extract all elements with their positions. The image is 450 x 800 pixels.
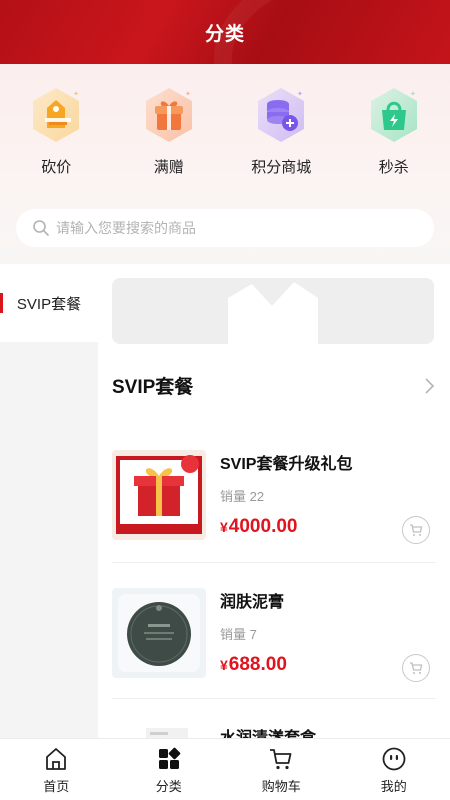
page-title: 分类 xyxy=(204,23,245,45)
banner-image-placeholder[interactable] xyxy=(112,278,434,344)
product-card[interactable]: 水润清漾套盒 xyxy=(112,720,436,738)
add-to-cart-button[interactable] xyxy=(402,516,430,544)
product-name: SVIP套餐升级礼包 xyxy=(220,456,353,473)
image-placeholder-icon xyxy=(228,282,318,344)
tab-label: 首页 xyxy=(43,779,70,794)
divider xyxy=(112,562,436,563)
section-header[interactable]: SVIP套餐 xyxy=(112,372,436,399)
product-card[interactable]: 润肤泥膏 销量 7 ¥688.00 xyxy=(112,584,436,682)
quick-link-label: 积分商城 xyxy=(251,159,312,176)
category-sidebar: SVIP套餐 xyxy=(0,264,98,738)
product-price: ¥688.00 xyxy=(220,654,287,676)
svg-text:✦: ✦ xyxy=(185,90,191,98)
product-name: 润肤泥膏 xyxy=(220,594,285,611)
price-value: 4000.00 xyxy=(228,516,298,537)
quick-link-flash-sale[interactable]: ✦ 秒杀 xyxy=(338,86,450,177)
tab-label: 购物车 xyxy=(261,779,301,794)
divider xyxy=(112,698,436,699)
product-name: 水润清漾套盒 xyxy=(220,724,316,738)
product-card[interactable]: SVIP套餐升级礼包 销量 22 ¥4000.00 xyxy=(112,446,436,544)
tab-home[interactable]: 首页 xyxy=(0,739,113,800)
sidebar-item-svip[interactable]: SVIP套餐 xyxy=(0,264,98,342)
search-bar[interactable] xyxy=(16,209,434,247)
bargain-icon: ✦ xyxy=(27,86,85,144)
product-price: ¥4000.00 xyxy=(220,516,297,538)
bottom-tab-bar: 首页 分类 购物车 我的 xyxy=(0,738,450,800)
tab-cart[interactable]: 购物车 xyxy=(225,739,338,800)
cart-icon xyxy=(270,749,292,770)
category-icon xyxy=(158,747,180,769)
currency-symbol: ¥ xyxy=(220,519,228,535)
svg-text:✦: ✦ xyxy=(410,90,416,98)
quick-link-gift[interactable]: ✦ 满赠 xyxy=(113,86,226,177)
chevron-right-icon xyxy=(425,377,435,394)
product-image-gift xyxy=(112,450,206,540)
quick-link-points-mall[interactable]: ✦ 积分商城 xyxy=(225,86,338,177)
app-header: 分类 xyxy=(0,0,450,64)
section-title: SVIP套餐 xyxy=(112,377,194,398)
flash-sale-icon: ✦ xyxy=(365,86,423,144)
currency-symbol: ¥ xyxy=(220,657,228,673)
tab-category[interactable]: 分类 xyxy=(113,739,226,800)
sidebar-item-label: SVIP套餐 xyxy=(16,295,82,313)
add-to-cart-button[interactable] xyxy=(402,654,430,682)
profile-icon xyxy=(382,747,406,771)
category-content: SVIP套餐 SVIP套餐升级礼包 销量 22 ¥4000.00 润肤泥膏 销量… xyxy=(98,264,450,738)
svg-text:✦: ✦ xyxy=(73,90,79,98)
tab-label: 我的 xyxy=(380,779,407,794)
quick-link-label: 秒杀 xyxy=(378,159,409,176)
tab-profile[interactable]: 我的 xyxy=(338,739,450,800)
svg-text:✦: ✦ xyxy=(297,90,303,98)
cart-icon xyxy=(410,662,423,674)
gift-icon: ✦ xyxy=(140,86,198,144)
product-image-mud-mask xyxy=(112,588,206,678)
search-input[interactable] xyxy=(56,220,396,236)
quick-link-label: 砍价 xyxy=(41,159,72,176)
tab-label: 分类 xyxy=(155,779,182,794)
home-icon xyxy=(46,748,67,770)
search-icon xyxy=(33,220,49,236)
product-sales: 销量 7 xyxy=(220,627,257,642)
quick-link-label: 满赠 xyxy=(153,159,184,176)
price-value: 688.00 xyxy=(228,654,287,675)
quick-link-bargain[interactable]: ✦ 砍价 xyxy=(0,86,113,177)
quick-links: ✦ 砍价 ✦ 满赠 ✦ 积分商城 ✦ 秒杀 xyxy=(0,86,450,177)
cart-icon xyxy=(410,524,423,536)
points-coin-icon: ✦ xyxy=(252,86,310,144)
product-sales: 销量 22 xyxy=(220,489,265,504)
product-image-gift-box xyxy=(112,724,206,738)
